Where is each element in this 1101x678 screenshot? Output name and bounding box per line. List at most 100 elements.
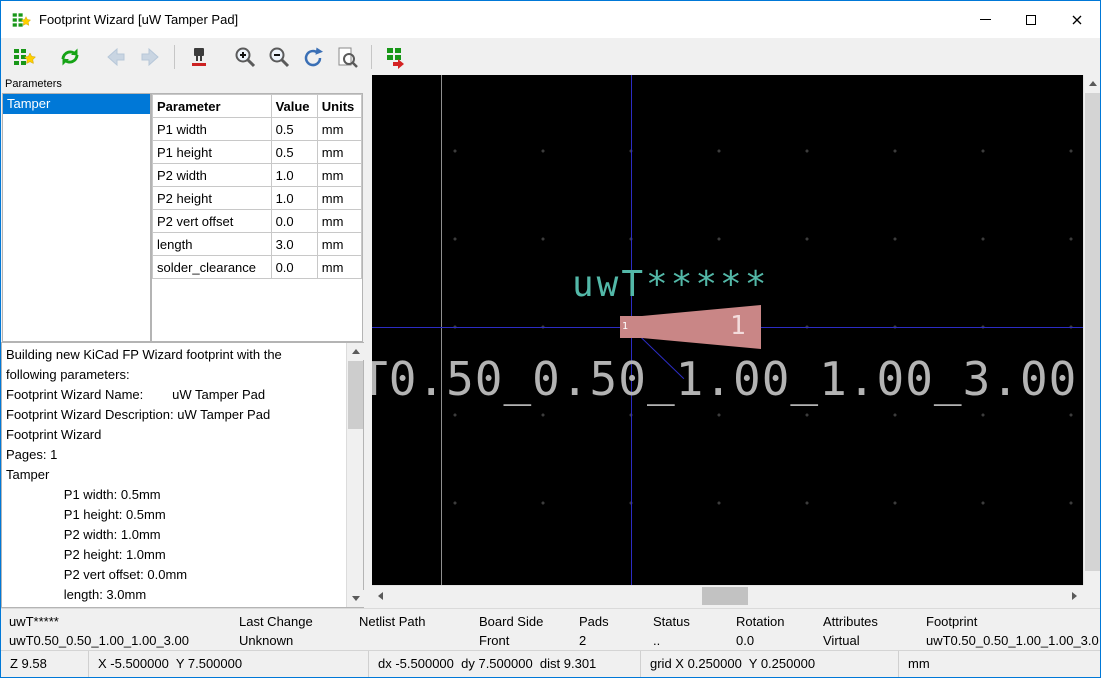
regenerate-footprint-button[interactable] xyxy=(55,42,84,71)
close-icon xyxy=(1071,14,1083,26)
page-item-tamper[interactable]: Tamper xyxy=(3,94,150,114)
status-value: 2 xyxy=(579,631,653,650)
redraw-view-button[interactable] xyxy=(298,42,327,71)
parameter-table: Parameter Value Units P1 width 0.5 mm P1… xyxy=(151,93,363,342)
status-value: Unknown xyxy=(239,631,359,650)
cursor-position: X -5.500000 Y 7.500000 xyxy=(89,651,369,677)
close-button[interactable] xyxy=(1054,1,1100,38)
titlebar: Footprint Wizard [uW Tamper Pad] xyxy=(1,1,1100,38)
status-label: Rotation xyxy=(736,612,823,631)
param-value[interactable]: 0.0 xyxy=(271,256,317,279)
param-name: P2 height xyxy=(153,187,272,210)
param-units: mm xyxy=(317,164,361,187)
message-log: Building new KiCad FP Wizard footprint w… xyxy=(1,342,364,608)
footprint-reference-text: uwT***** xyxy=(572,264,769,305)
status-value: Virtual xyxy=(823,631,926,650)
status-label: Netlist Path xyxy=(359,612,479,631)
scrollbar-thumb[interactable] xyxy=(1085,93,1100,571)
footprint-wizard-icon xyxy=(12,45,36,69)
zoom-in-button[interactable] xyxy=(230,42,259,71)
coordinate-status-bar: Z 9.58 X -5.500000 Y 7.500000 dx -5.5000… xyxy=(1,650,1100,677)
zoom-out-button[interactable] xyxy=(264,42,293,71)
module-icon xyxy=(187,45,211,69)
param-units: mm xyxy=(317,210,361,233)
scroll-up-button[interactable] xyxy=(1084,75,1101,92)
insert-footprint-in-board-button[interactable] xyxy=(184,42,213,71)
status-field-last-change: Last Change Unknown xyxy=(239,612,359,650)
canvas-horizontal-scrollbar[interactable] xyxy=(372,585,1083,605)
status-label: uwT***** xyxy=(9,612,239,631)
table-header-row: Parameter Value Units xyxy=(153,95,362,118)
message-line: length: 3.0mm xyxy=(6,585,343,605)
message-line: Tamper xyxy=(6,465,343,485)
param-units: mm xyxy=(317,187,361,210)
status-value: Front xyxy=(479,631,579,650)
maximize-icon xyxy=(1026,15,1036,25)
message-line: Building new KiCad FP Wizard footprint w… xyxy=(6,345,343,365)
scroll-up-button[interactable] xyxy=(347,343,364,360)
table-row: P2 height 1.0 mm xyxy=(153,187,362,210)
table-row: P2 width 1.0 mm xyxy=(153,164,362,187)
param-value[interactable]: 1.0 xyxy=(271,164,317,187)
zoom-fit-button[interactable] xyxy=(332,42,361,71)
parameters-panel: Parameters Tamper Parameter Value Units xyxy=(1,75,364,608)
table-row: P1 width 0.5 mm xyxy=(153,118,362,141)
pad-1-square: 1 xyxy=(620,316,642,338)
param-value[interactable]: 0.5 xyxy=(271,141,317,164)
status-label: Footprint xyxy=(926,612,1100,631)
status-label: Last Change xyxy=(239,612,359,631)
status-value xyxy=(359,631,479,650)
footprint-value-text: T0.50_0.50_1.00_1.00_3.00 xyxy=(372,352,1077,406)
param-name: length xyxy=(153,233,272,256)
param-value[interactable]: 0.5 xyxy=(271,118,317,141)
message-line: P1 height: 0.5mm xyxy=(6,505,343,525)
scroll-left-button[interactable] xyxy=(372,586,389,606)
scrollbar-corner xyxy=(1083,585,1100,608)
param-name: P1 width xyxy=(153,118,272,141)
status-label: Attributes xyxy=(823,612,926,631)
minimize-button[interactable] xyxy=(962,1,1008,38)
scroll-right-button[interactable] xyxy=(1066,586,1083,606)
zoom-fit-icon xyxy=(335,45,359,69)
refresh-icon xyxy=(58,45,82,69)
status-field-pads: Pads 2 xyxy=(579,612,653,650)
status-field-board-side: Board Side Front xyxy=(479,612,579,650)
message-line: Pages: 1 xyxy=(6,445,343,465)
scrollbar-thumb[interactable] xyxy=(702,587,748,605)
scrollbar-thumb[interactable] xyxy=(348,361,363,429)
export-footprint-to-editor-button[interactable] xyxy=(381,42,410,71)
arrow-right-icon xyxy=(138,45,162,69)
scroll-down-button[interactable] xyxy=(347,590,364,607)
maximize-button[interactable] xyxy=(1008,1,1054,38)
footprint-canvas[interactable]: uwT***** 1 1 T0.50_0.50_1.00_1.00_3.00 xyxy=(372,75,1083,585)
status-field-netlist-path: Netlist Path xyxy=(359,612,479,650)
status-label: Board Side xyxy=(479,612,579,631)
param-name: P2 width xyxy=(153,164,272,187)
toolbar xyxy=(1,38,1100,75)
select-footprint-wizard-button[interactable] xyxy=(9,42,38,71)
param-name: solder_clearance xyxy=(153,256,272,279)
param-name: P1 height xyxy=(153,141,272,164)
message-scrollbar[interactable] xyxy=(346,343,363,607)
param-units: mm xyxy=(317,118,361,141)
param-value[interactable]: 3.0 xyxy=(271,233,317,256)
table-row: P1 height 0.5 mm xyxy=(153,141,362,164)
arrow-left-icon xyxy=(104,45,128,69)
redraw-icon xyxy=(301,45,325,69)
grid-setting: grid X 0.250000 Y 0.250000 xyxy=(641,651,899,677)
param-units: mm xyxy=(317,233,361,256)
canvas-vertical-scrollbar[interactable] xyxy=(1083,75,1100,608)
param-value[interactable]: 0.0 xyxy=(271,210,317,233)
units-indicator: mm xyxy=(899,651,1100,677)
col-header-value: Value xyxy=(271,95,317,118)
toolbar-separator xyxy=(174,45,175,69)
status-value: .. xyxy=(653,631,736,650)
param-value[interactable]: 1.0 xyxy=(271,187,317,210)
panel-splitter[interactable] xyxy=(364,75,372,608)
col-header-units: Units xyxy=(317,95,361,118)
app-footprint-wizard-icon xyxy=(10,10,32,30)
status-field-name: uwT***** uwT0.50_0.50_1.00_1.00_3.00 xyxy=(9,612,239,650)
wizard-pages-list[interactable]: Tamper xyxy=(2,93,151,342)
footprint-wizard-window: Footprint Wizard [uW Tamper Pad] xyxy=(0,0,1101,678)
pad-number-label: 1 xyxy=(730,311,746,341)
